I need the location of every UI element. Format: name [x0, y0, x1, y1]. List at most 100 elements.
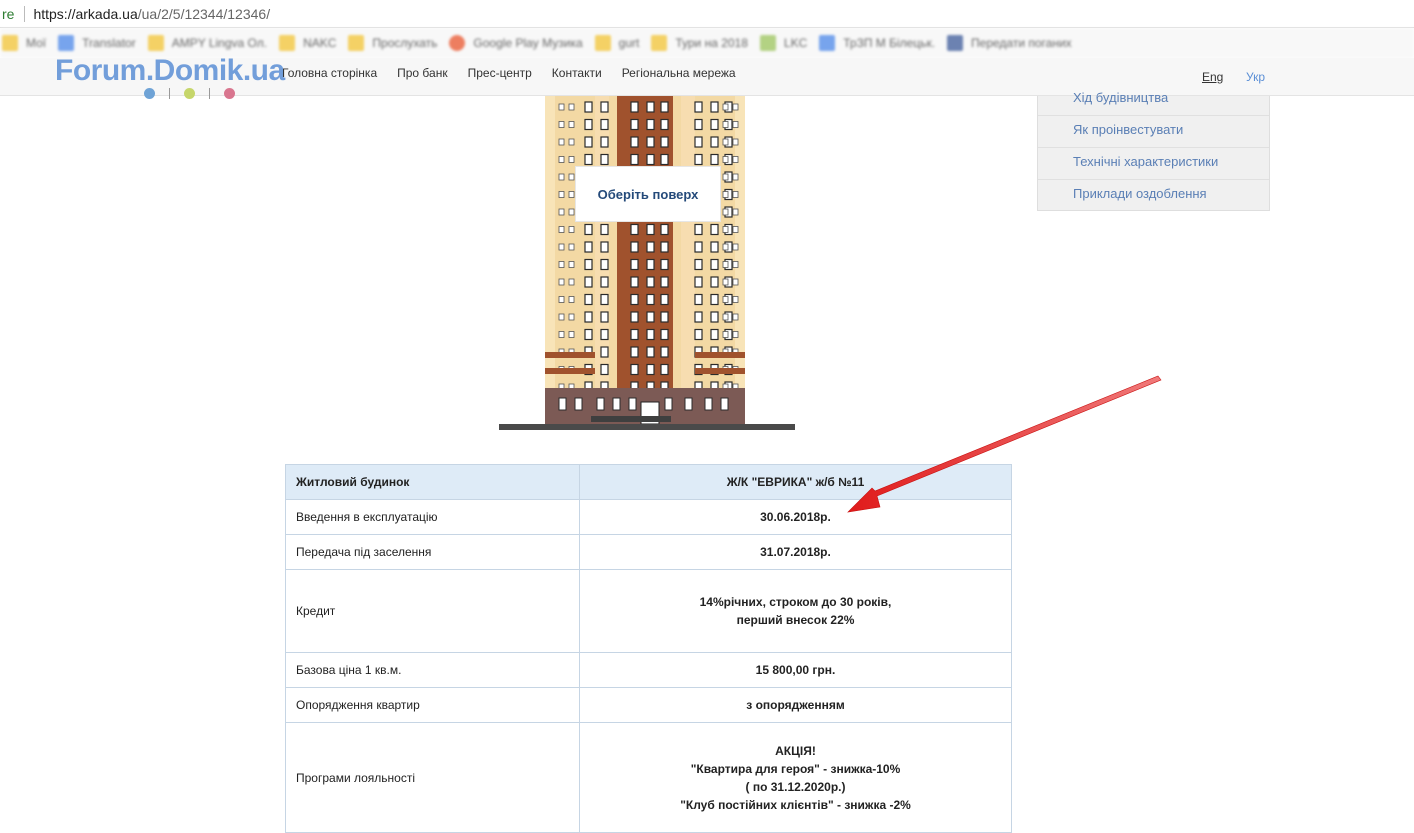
table-row: Введення в експлуатацію 30.06.2018р.	[285, 499, 1012, 535]
window	[630, 101, 639, 113]
bookmark-item[interactable]: Передати поганих	[947, 35, 1072, 51]
window	[660, 276, 669, 288]
row-label: Опорядження квартир	[285, 687, 580, 723]
window	[600, 293, 609, 306]
row-value: 15 800,00 грн.	[579, 652, 1012, 688]
window	[660, 293, 669, 306]
row-label: Введення в експлуатацію	[285, 499, 580, 535]
folder-icon	[147, 35, 164, 51]
window	[568, 278, 575, 286]
site-icon	[759, 35, 776, 51]
bookmark-item[interactable]: AMPY Lingva Ол.	[147, 35, 267, 51]
nav-about-bank[interactable]: Про банк	[397, 66, 447, 80]
side-menu-construction-progress[interactable]: Хід будівництва	[1073, 90, 1168, 105]
table-row: Опорядження квартир з опорядженням	[285, 687, 1012, 723]
window	[558, 121, 565, 128]
building-illustration[interactable]: Оберіть поверх	[499, 96, 795, 432]
folder-icon	[651, 35, 668, 51]
address-bar[interactable]: re https://arkada.ua/ua/2/5/12344/12346/	[0, 0, 1414, 28]
window	[732, 191, 739, 198]
table-row: Кредит 14%річних, строком до 30 років, п…	[285, 569, 1012, 653]
row-value-line: "Квартира для героя" - знижка-10%	[690, 761, 901, 776]
window	[600, 258, 609, 271]
window	[568, 243, 575, 251]
bookmark-item[interactable]: NAKC	[279, 35, 336, 51]
side-menu-finish-examples[interactable]: Приклади оздоблення	[1073, 186, 1207, 201]
window	[630, 276, 639, 288]
window	[584, 136, 593, 148]
window	[584, 311, 593, 323]
window	[660, 153, 669, 166]
window	[732, 156, 739, 163]
window	[600, 276, 609, 288]
side-menu-tech-specs[interactable]: Технічні характеристики	[1073, 154, 1218, 169]
ground-line	[499, 424, 795, 430]
window	[600, 223, 609, 236]
window	[732, 261, 739, 268]
window	[694, 258, 703, 271]
bookmark-item[interactable]: Мої	[2, 35, 46, 51]
bookmark-item[interactable]: Прослухать	[348, 35, 437, 51]
row-value: 30.06.2018р.	[579, 499, 1012, 535]
ground-window	[720, 397, 729, 411]
window	[710, 311, 719, 323]
window	[646, 311, 655, 323]
building-image[interactable]	[499, 96, 795, 432]
lang-ukr-link[interactable]: Укр	[1246, 70, 1265, 84]
window	[722, 191, 729, 198]
folder-icon	[279, 35, 296, 51]
side-menu-how-to-invest[interactable]: Як проінвестувати	[1073, 122, 1183, 137]
table-row: Програми лояльності АКЦІЯ! "Квартира для…	[285, 722, 1012, 833]
nav-home[interactable]: Головна сторінка	[282, 66, 377, 80]
window	[568, 313, 575, 321]
bookmark-item[interactable]: LKC	[759, 35, 807, 51]
bookmark-item[interactable]: Translator	[58, 35, 136, 51]
row-value-line: ( по 31.12.2020р.)	[745, 779, 846, 794]
window	[558, 191, 565, 198]
nav-contacts[interactable]: Контакти	[552, 66, 602, 80]
nav-regional-network[interactable]: Регіональна мережа	[622, 66, 736, 80]
window	[600, 118, 609, 131]
url-path: /ua/2/5/12344/12346/	[137, 5, 271, 22]
window	[722, 156, 729, 163]
window	[568, 191, 575, 198]
window	[558, 296, 565, 303]
window	[568, 138, 575, 146]
ground-window	[704, 397, 713, 411]
nav-press-center[interactable]: Прес-центр	[468, 66, 532, 80]
window	[600, 136, 609, 148]
bookmark-item[interactable]: Google Play Музика	[449, 35, 583, 51]
row-value: з опорядженням	[579, 687, 1012, 723]
row-value-line: перший внесок 22%	[736, 613, 855, 627]
window	[568, 103, 575, 111]
logo-divider	[169, 88, 170, 99]
window	[710, 118, 719, 131]
play-music-icon	[449, 35, 466, 51]
window	[710, 153, 719, 166]
logo-dot	[144, 88, 155, 99]
window	[630, 241, 639, 253]
bookmark-item[interactable]: ТрЗП М Білецьк.	[819, 35, 935, 51]
site-icon	[947, 35, 964, 51]
window	[584, 276, 593, 288]
window	[630, 223, 639, 236]
address-separator	[24, 5, 26, 22]
window	[558, 138, 565, 146]
window	[646, 101, 655, 113]
window	[660, 311, 669, 323]
window	[646, 241, 655, 253]
window	[710, 136, 719, 148]
row-label: Передача під заселення	[285, 534, 580, 570]
choose-floor-button[interactable]: Оберіть поверх	[575, 166, 721, 222]
window	[732, 313, 739, 321]
window	[732, 138, 739, 146]
window	[732, 121, 739, 128]
window	[722, 121, 729, 128]
table-row: Базова ціна 1 кв.м. 15 800,00 грн.	[285, 652, 1012, 688]
bookmark-item[interactable]: Тури на 2018	[651, 35, 748, 51]
window	[710, 258, 719, 271]
row-value: 31.07.2018р.	[579, 534, 1012, 570]
bookmark-item[interactable]: gurt	[594, 35, 639, 51]
window	[722, 296, 729, 303]
lang-eng-link[interactable]: Eng	[1202, 70, 1223, 84]
